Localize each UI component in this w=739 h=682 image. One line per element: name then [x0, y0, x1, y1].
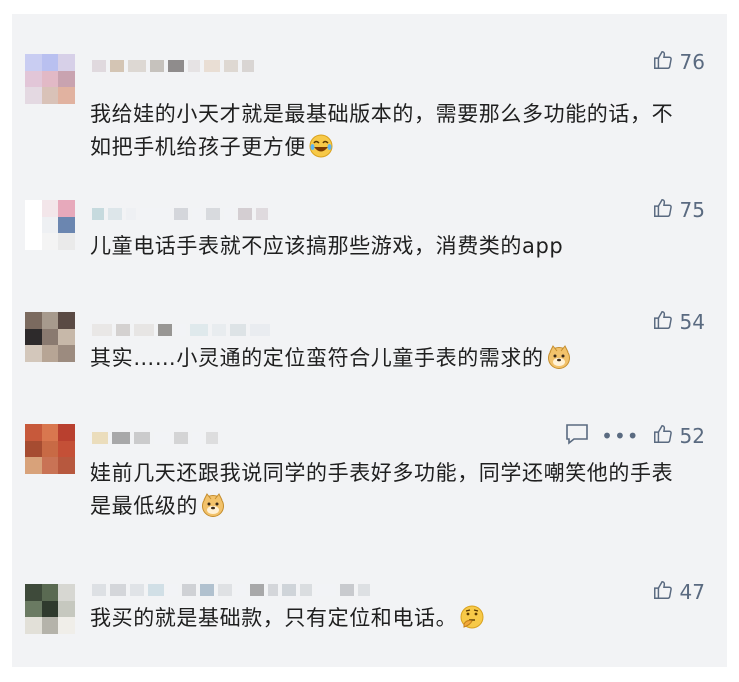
avatar-pixel	[25, 345, 42, 362]
laughing-tears-emoji	[308, 133, 334, 159]
avatar-pixel	[58, 312, 75, 329]
avatar-pixel	[58, 617, 75, 634]
avatar[interactable]	[25, 424, 75, 474]
comment-text: 儿童电话手表就不应该搞那些游戏，消费类的app	[90, 234, 564, 258]
avatar-pixel	[58, 440, 75, 458]
thinking-emoji	[459, 604, 485, 630]
avatar-pixel	[25, 216, 42, 234]
like-button[interactable]: 75	[652, 197, 705, 224]
avatar-pixel	[41, 233, 59, 250]
thumbs-up-icon	[652, 49, 674, 76]
avatar-pixel	[25, 617, 42, 634]
avatar-pixel	[58, 424, 75, 441]
avatar-pixel	[41, 440, 59, 458]
username-blurred	[92, 208, 268, 220]
avatar-pixel	[41, 328, 59, 346]
avatar-pixel	[58, 87, 75, 104]
avatar-pixel	[25, 440, 42, 458]
avatar-pixel	[25, 312, 42, 329]
avatar-pixel	[25, 600, 42, 618]
avatar-pixel	[41, 424, 59, 441]
thumbs-up-icon	[652, 423, 674, 450]
avatar-pixel	[41, 312, 59, 329]
avatar[interactable]	[25, 584, 75, 634]
avatar-pixel	[25, 457, 42, 474]
username-blurred	[92, 60, 254, 72]
avatar-pixel	[58, 233, 75, 250]
avatar-pixel	[41, 617, 59, 634]
like-button[interactable]: 54	[652, 309, 705, 336]
avatar-pixel	[58, 457, 75, 474]
thumbs-up-icon	[652, 309, 674, 336]
avatar-pixel	[25, 233, 42, 250]
username-blurred	[92, 584, 370, 596]
username-blurred	[92, 324, 270, 336]
avatar-pixel	[41, 70, 59, 88]
avatar-pixel	[25, 87, 42, 104]
avatar-pixel	[41, 87, 59, 104]
avatar-pixel	[58, 70, 75, 88]
avatar-pixel	[41, 457, 59, 474]
avatar-pixel	[58, 328, 75, 346]
avatar-pixel	[58, 54, 75, 71]
avatar-pixel	[25, 424, 42, 441]
doge-emoji	[546, 344, 572, 370]
avatar-pixel	[41, 54, 59, 71]
username-blurred	[92, 432, 218, 444]
comment-actions: 47	[652, 580, 705, 604]
thumbs-up-icon	[652, 197, 674, 224]
avatar-pixel	[25, 328, 42, 346]
avatar-pixel	[25, 70, 42, 88]
avatar-pixel	[25, 584, 42, 601]
avatar[interactable]	[25, 312, 75, 362]
like-button[interactable]: 76	[652, 49, 705, 76]
doge-emoji	[200, 492, 226, 518]
comment-text: 我给娃的小天才就是最基础版本的，需要那么多功能的话，不如把手机给孩子更方便	[90, 102, 674, 159]
avatar-pixel	[58, 345, 75, 362]
avatar-pixel	[58, 600, 75, 618]
more-options-icon[interactable]: •••	[601, 426, 639, 446]
avatar-pixel	[41, 600, 59, 618]
comments-panel: 76 我给娃的小天才就是最基础版本的，需要那么多功能的话，不如把手机给孩子更方便…	[12, 14, 727, 667]
like-count: 75	[679, 198, 705, 222]
avatar-pixel	[41, 200, 59, 217]
comment-text: 其实……小灵通的定位蛮符合儿童手表的需求的	[90, 342, 690, 375]
like-count: 52	[679, 424, 705, 448]
avatar[interactable]	[25, 54, 75, 104]
avatar-pixel	[41, 584, 59, 601]
like-count: 76	[679, 50, 705, 74]
like-button[interactable]: 52	[652, 423, 705, 450]
comment-text: 我买的就是基础款，只有定位和电话。	[90, 602, 690, 635]
comment-actions: ••• 52	[565, 423, 705, 450]
avatar-pixel	[41, 345, 59, 362]
comment-text: 娃前几天还跟我说同学的手表好多功能，同学还嘲笑他的手表是最低级的	[90, 461, 674, 518]
avatar-pixel	[41, 216, 59, 234]
avatar[interactable]	[25, 200, 75, 250]
comment-actions: 54	[652, 310, 705, 334]
reply-comment-icon[interactable]	[565, 423, 589, 450]
like-count: 47	[679, 580, 705, 604]
avatar-pixel	[58, 584, 75, 601]
avatar-pixel	[25, 54, 42, 71]
comment-actions: 75	[652, 198, 705, 222]
like-count: 54	[679, 310, 705, 334]
avatar-pixel	[58, 200, 75, 217]
avatar-pixel	[58, 216, 75, 234]
avatar-pixel	[25, 200, 42, 217]
comment-actions: 76	[652, 50, 705, 74]
